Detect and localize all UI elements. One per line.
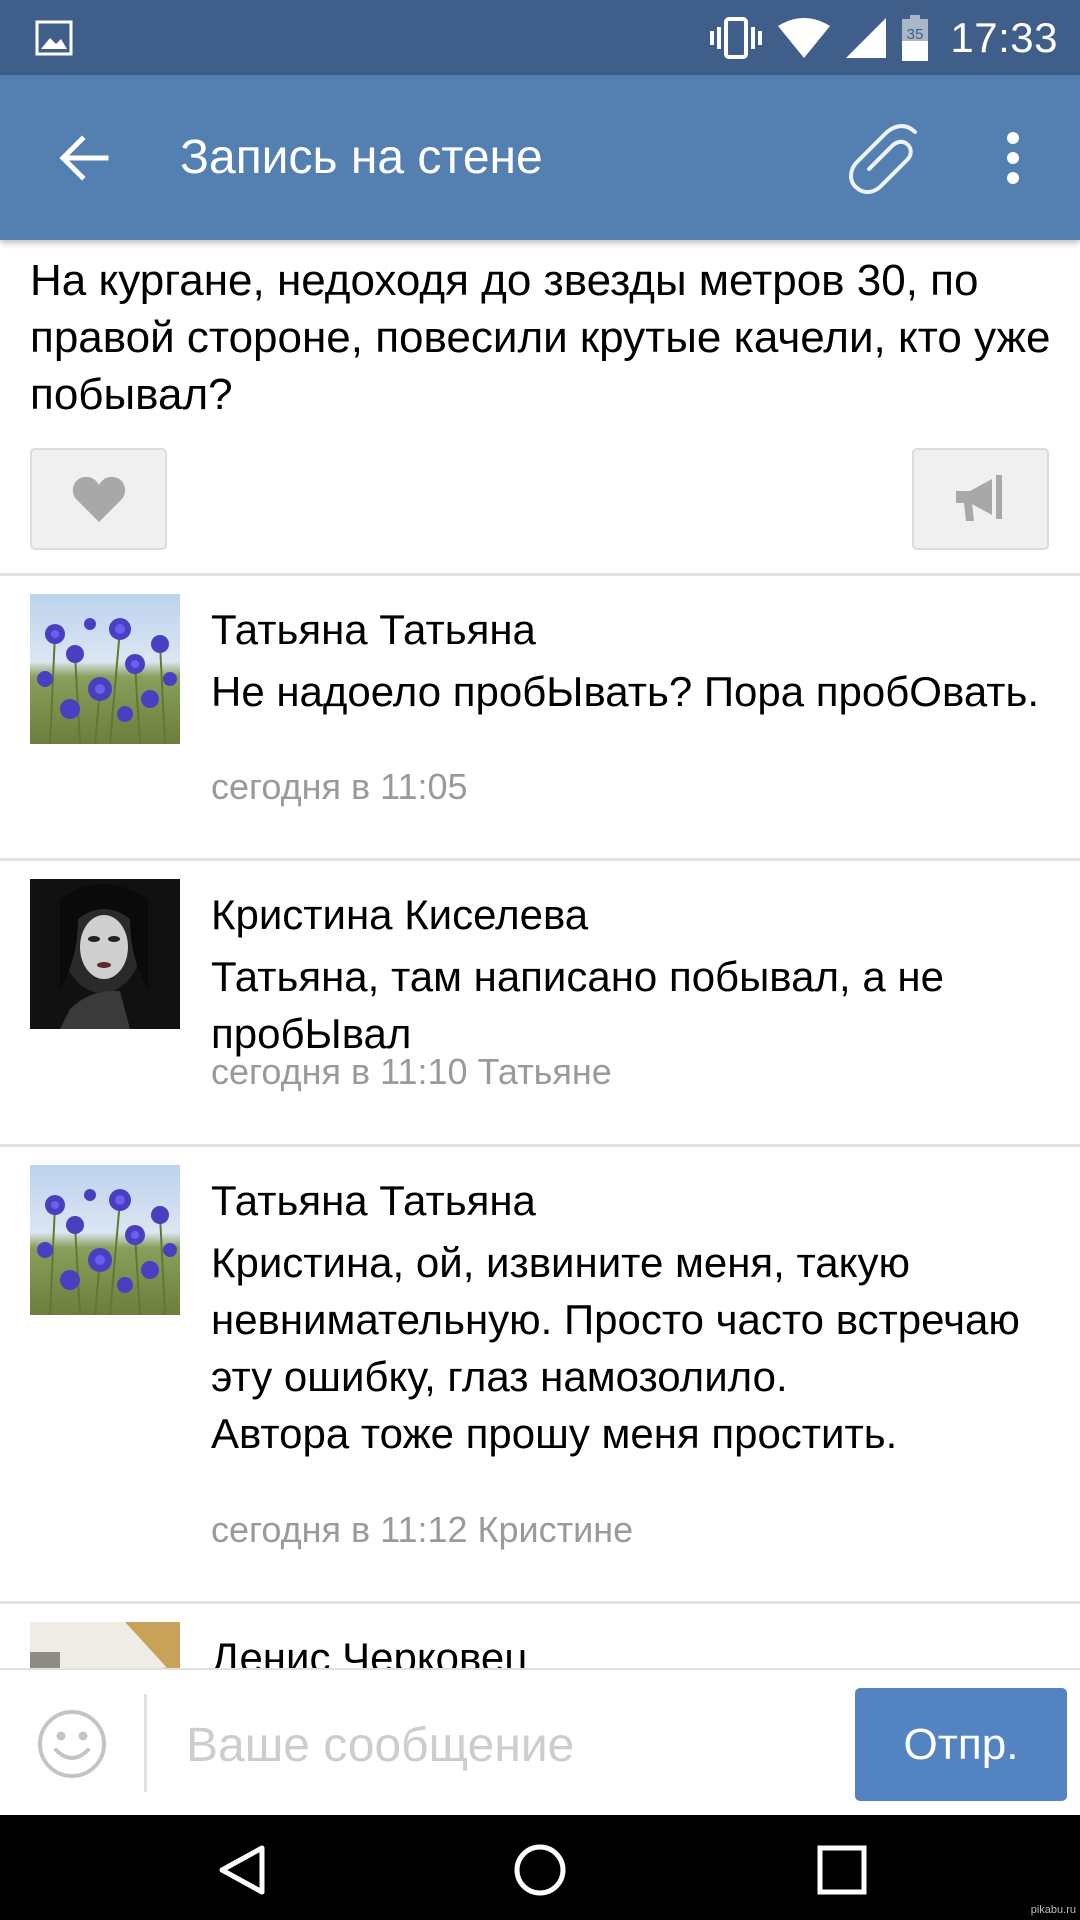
comment-item[interactable]: Татьяна Татьяна Кристина, ой, извините м… [0, 1147, 1080, 1605]
message-composer: Отпр. [0, 1668, 1080, 1815]
avatar[interactable] [30, 1165, 180, 1315]
wifi-icon [778, 17, 831, 58]
comment-text: Татьяна, там написано побывал, а не проб… [211, 953, 944, 1057]
share-button[interactable] [912, 448, 1049, 550]
wall-post-content[interactable]: На кургане, недоходя до звезды метров 30… [0, 240, 1080, 1668]
comment-text: Не надоело пробЫвать? Пора пробОвать. [211, 668, 1040, 715]
comment-meta: сегодня в 11:05 [211, 766, 468, 807]
heart-icon [72, 476, 125, 522]
home-circle-icon[interactable] [512, 1842, 568, 1898]
comment-author[interactable]: Кристина Киселева [211, 891, 588, 939]
vibrate-icon [710, 16, 763, 59]
comment-meta: сегодня в 11:12 Кристине [211, 1509, 634, 1550]
send-button[interactable]: Отпр. [855, 1688, 1067, 1801]
svg-text:35: 35 [907, 26, 924, 43]
comment-meta: сегодня в 11:10 Татьяне [211, 1051, 612, 1092]
back-arrow-icon[interactable] [58, 132, 110, 184]
watermark: pikabu.ru [1030, 1904, 1076, 1916]
back-triangle-icon[interactable] [214, 1842, 270, 1898]
more-vert-icon[interactable] [995, 130, 1031, 186]
status-time: 17:33 [950, 13, 1058, 61]
signal-icon [846, 17, 887, 58]
paperclip-icon[interactable] [845, 120, 927, 198]
avatar[interactable] [30, 594, 180, 744]
smiley-icon[interactable] [36, 1708, 108, 1780]
comment-author[interactable]: Татьяна Татьяна [211, 606, 536, 654]
comment-item[interactable]: Денис Черковец [0, 1604, 1080, 1668]
message-input[interactable] [186, 1710, 826, 1780]
gallery-icon [35, 20, 73, 56]
avatar[interactable] [30, 879, 180, 1029]
megaphone-icon [955, 475, 1002, 521]
toolbar-title: Запись на стене [180, 131, 543, 184]
battery-icon: 35 [902, 14, 929, 61]
app-toolbar: Запись на стене [0, 75, 1080, 240]
status-bar: 35 17:33 [0, 0, 1080, 75]
comment-author[interactable]: Денис Черковец [211, 1634, 528, 1668]
recents-square-icon[interactable] [814, 1842, 870, 1898]
comment-item[interactable]: Кристина Киселева Татьяна, там написано … [0, 861, 1080, 1148]
comment-author[interactable]: Татьяна Татьяна [211, 1177, 536, 1225]
post-text: На кургане, недоходя до звезды метров 30… [30, 256, 1051, 419]
composer-divider [144, 1694, 147, 1792]
avatar[interactable] [30, 1622, 180, 1668]
comment-item[interactable]: Татьяна Татьяна Не надоело пробЫвать? По… [0, 576, 1080, 863]
comment-text: Кристина, ой, извините меня, такую невни… [211, 1239, 1020, 1457]
system-nav-bar: pikabu.ru [0, 1815, 1080, 1920]
like-button[interactable] [30, 448, 167, 550]
